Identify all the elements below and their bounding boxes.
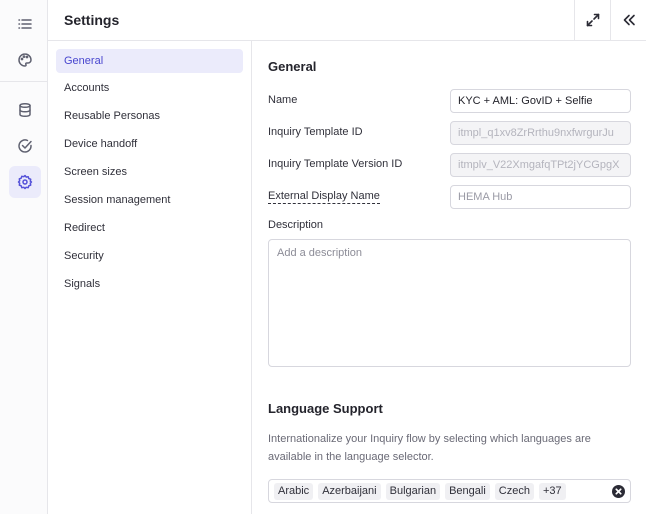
nav-item-screen-sizes[interactable]: Screen sizes	[56, 160, 243, 184]
name-label: Name	[268, 94, 298, 106]
gear-icon[interactable]	[9, 166, 41, 198]
language-selector[interactable]: Arabic Azerbaijani Bulgarian Bengali Cze…	[268, 479, 631, 503]
check-circle-icon[interactable]	[9, 130, 41, 162]
nav-item-device-handoff[interactable]: Device handoff	[56, 132, 243, 156]
template-version-id-label: Inquiry Template Version ID	[268, 158, 403, 170]
rail-divider	[0, 81, 48, 82]
external-display-name-label[interactable]: External Display Name	[268, 190, 380, 204]
language-support-title: Language Support	[268, 401, 383, 416]
header-bar: Settings	[48, 0, 646, 41]
nav-item-reusable-personas[interactable]: Reusable Personas	[56, 104, 243, 128]
description-textarea[interactable]	[268, 239, 631, 367]
more-languages-count[interactable]: +37	[538, 482, 566, 500]
page-title: Settings	[64, 12, 120, 28]
settings-nav: General Accounts Reusable Personas Devic…	[48, 41, 252, 514]
chevrons-left-icon	[623, 14, 635, 26]
general-settings-panel: General Name KYC + AML: GovID + Selfie I…	[252, 41, 646, 514]
template-id-label: Inquiry Template ID	[268, 126, 363, 138]
language-support-description: Internationalize your Inquiry flow by se…	[268, 433, 591, 463]
list-icon[interactable]	[9, 8, 41, 40]
nav-item-general[interactable]: General	[56, 49, 243, 73]
external-display-name-input[interactable]	[450, 185, 631, 209]
language-tag[interactable]: Arabic	[274, 482, 314, 500]
language-tag[interactable]: Bengali	[445, 482, 490, 500]
language-tag[interactable]: Bulgarian	[385, 482, 441, 500]
name-input[interactable]: KYC + AML: GovID + Selfie	[450, 89, 631, 113]
nav-item-signals[interactable]: Signals	[56, 272, 243, 296]
database-icon[interactable]	[9, 94, 41, 126]
template-id-field: itmpl_q1xv8ZrRrthu9nxfwrgurJu	[450, 121, 631, 145]
icon-rail	[0, 0, 48, 514]
template-version-id-field: itmplv_V22XmgafqTPt2jYCGpgX	[450, 153, 631, 177]
nav-item-security[interactable]: Security	[56, 244, 243, 268]
language-tag[interactable]: Azerbaijani	[318, 482, 381, 500]
expand-button[interactable]	[574, 0, 610, 40]
clear-icon[interactable]	[612, 485, 625, 498]
expand-icon	[586, 13, 599, 27]
nav-item-redirect[interactable]: Redirect	[56, 216, 243, 240]
general-section-title: General	[268, 59, 317, 74]
collapse-button[interactable]	[610, 0, 646, 40]
description-label: Description	[268, 219, 324, 231]
nav-item-accounts[interactable]: Accounts	[56, 76, 243, 100]
nav-item-session-management[interactable]: Session management	[56, 188, 243, 212]
palette-icon[interactable]	[9, 44, 41, 76]
language-tag[interactable]: Czech	[494, 482, 534, 500]
